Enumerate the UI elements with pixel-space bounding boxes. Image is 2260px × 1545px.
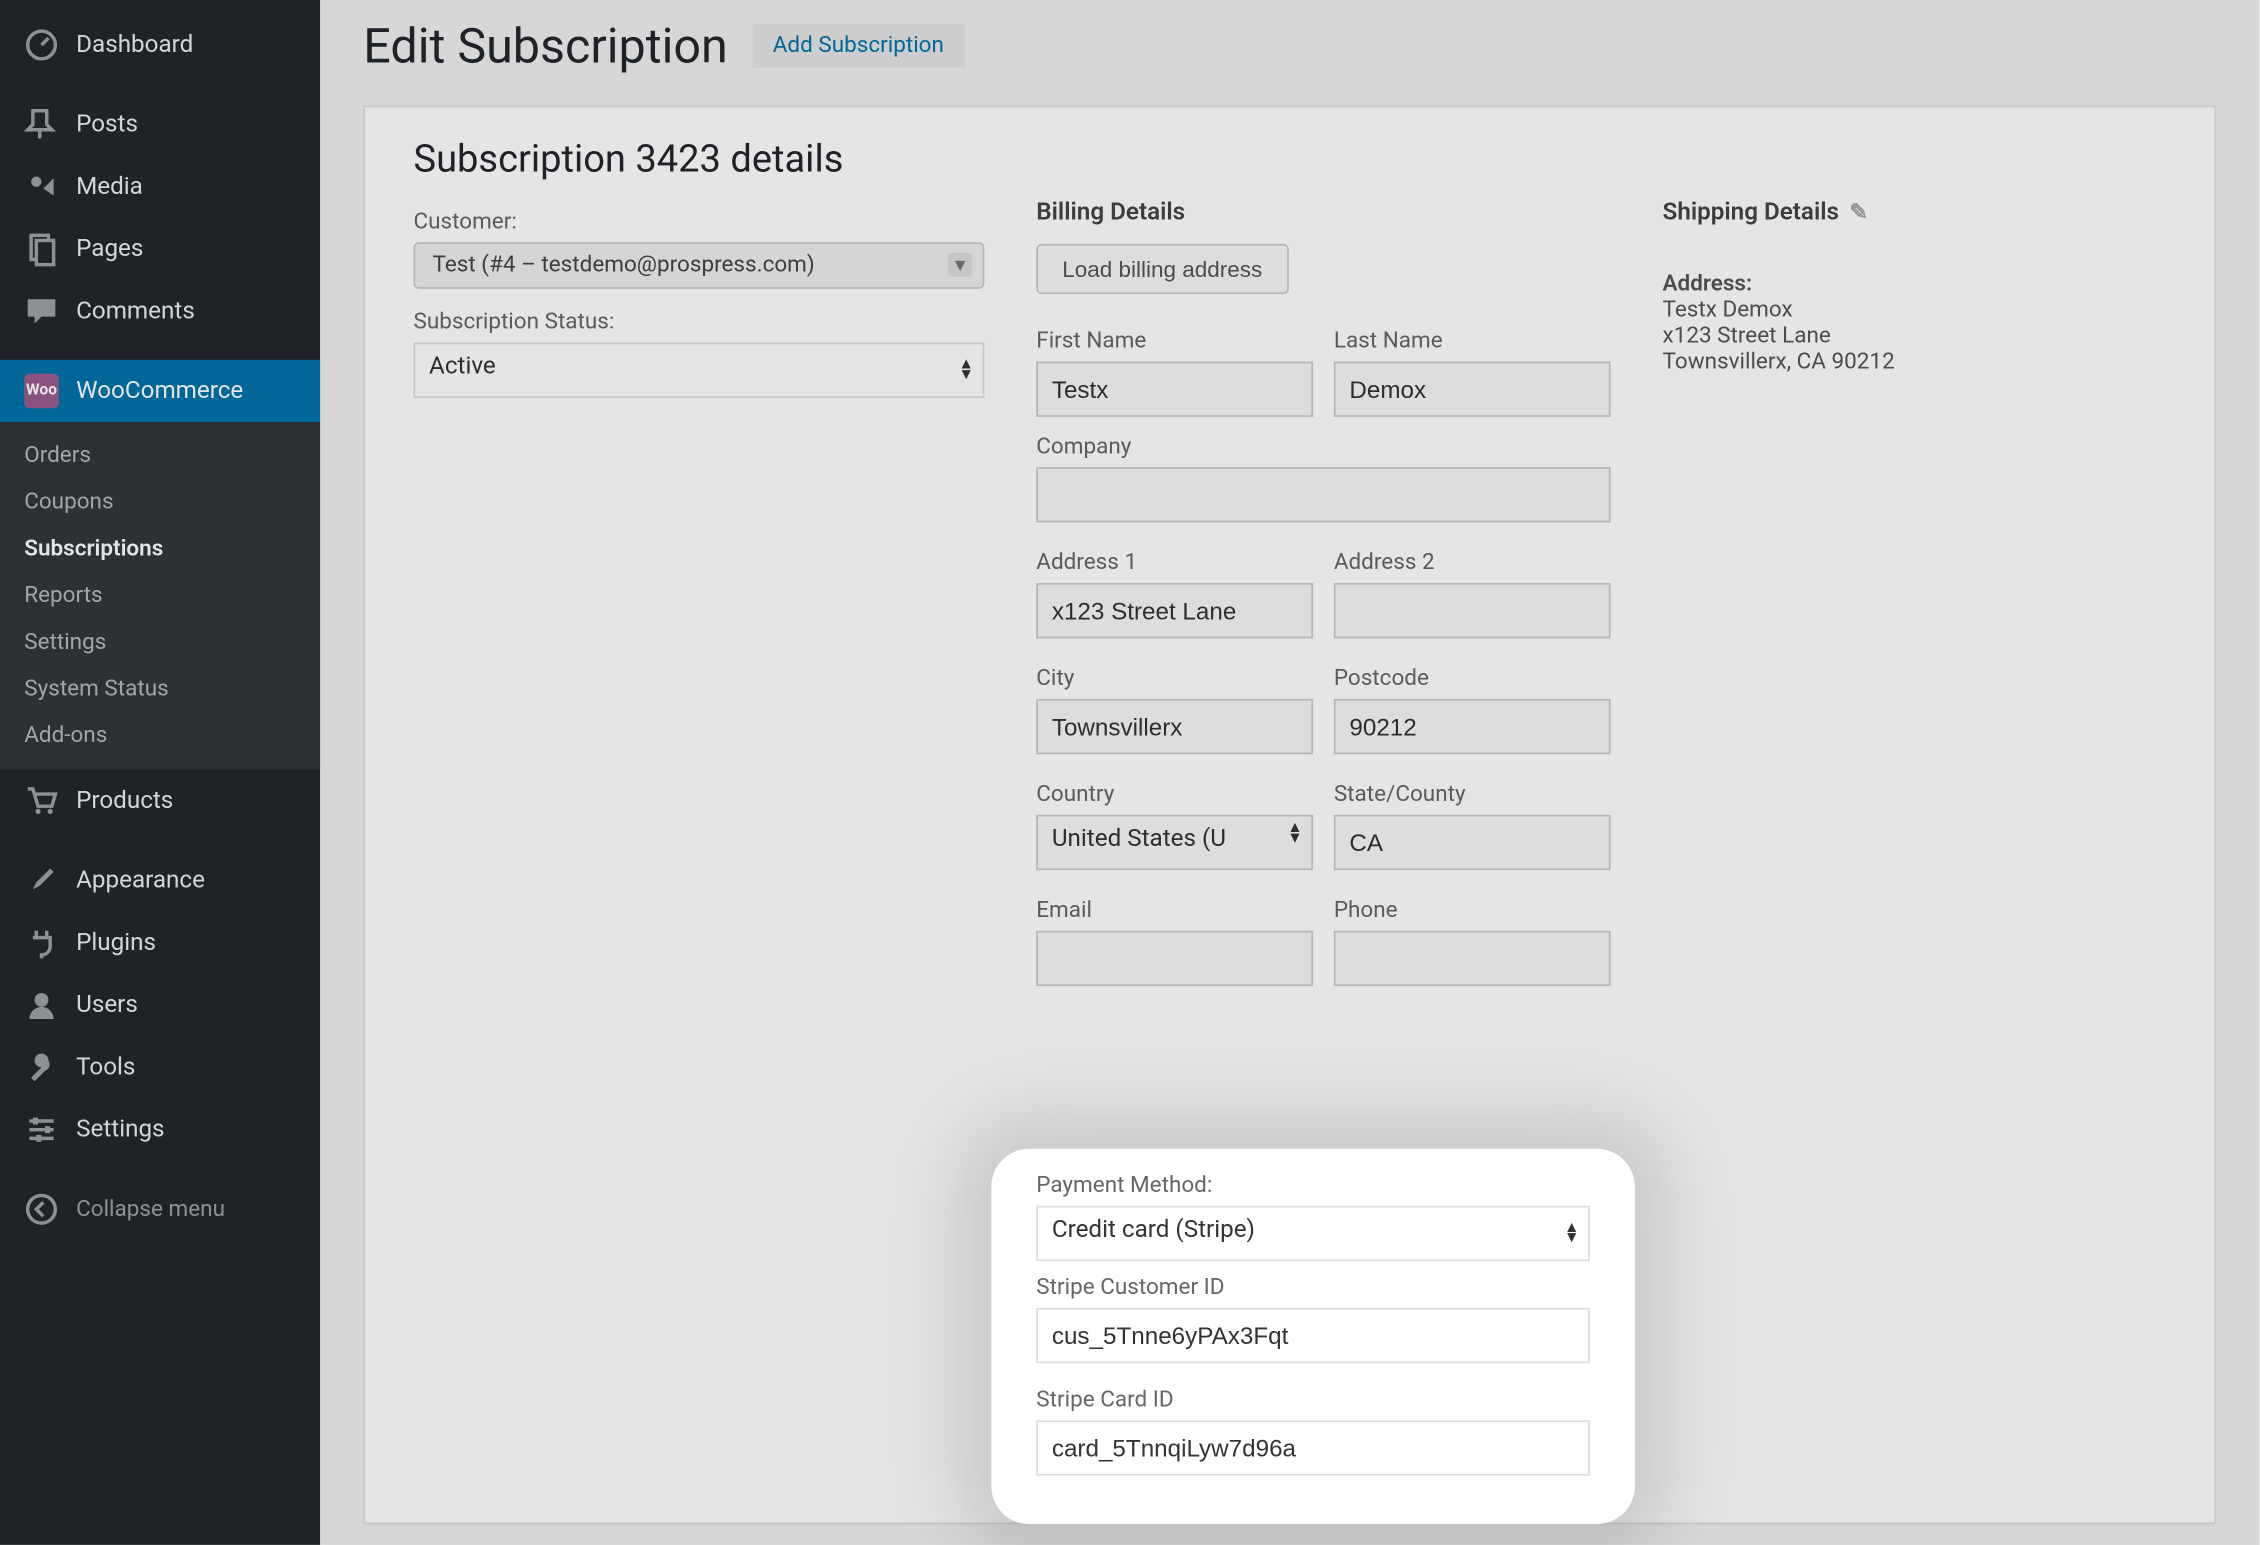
first-name-input[interactable] (1036, 362, 1313, 417)
collapse-icon (24, 1192, 59, 1227)
sidebar-label: Plugins (76, 929, 156, 957)
country-select[interactable]: United States (U (1036, 815, 1313, 870)
pages-icon (24, 232, 59, 267)
sidebar-label: WooCommerce (76, 377, 243, 405)
sidebar-label: Collapse menu (76, 1196, 225, 1222)
submenu-orders[interactable]: Orders (0, 433, 320, 480)
country-label: Country (1036, 782, 1313, 808)
billing-title: Billing Details (1036, 199, 1610, 227)
sidebar-label: Media (76, 173, 143, 201)
country-value: United States (U (1052, 825, 1226, 853)
last-name-input[interactable] (1334, 362, 1611, 417)
postcode-input[interactable] (1334, 699, 1611, 754)
page-title: Edit Subscription (363, 17, 727, 74)
stripe-card-id-input[interactable] (1036, 1420, 1590, 1475)
plug-icon (24, 926, 59, 961)
sidebar-label: Appearance (76, 867, 205, 895)
sidebar-label: Comments (76, 298, 195, 326)
dashboard-icon (24, 28, 59, 63)
submenu-subscriptions[interactable]: Subscriptions (0, 526, 320, 573)
add-subscription-button[interactable]: Add Subscription (752, 24, 965, 67)
company-input[interactable] (1036, 467, 1610, 522)
sidebar-item-products[interactable]: Products (0, 770, 320, 832)
state-label: State/County (1334, 782, 1611, 808)
address1-label: Address 1 (1036, 550, 1313, 576)
sidebar-label: Dashboard (76, 31, 193, 59)
state-input[interactable] (1334, 815, 1611, 870)
city-label: City (1036, 666, 1313, 692)
submenu-system-status[interactable]: System Status (0, 666, 320, 713)
postcode-label: Postcode (1334, 666, 1611, 692)
sidebar-item-users[interactable]: Users (0, 974, 320, 1036)
sliders-icon (24, 1112, 59, 1147)
shipping-line2: x123 Street Lane (1663, 324, 2166, 350)
media-icon (24, 170, 59, 205)
customer-select[interactable]: Test (#4 – testdemo@prospress.com) (413, 242, 984, 289)
sidebar-item-woocommerce[interactable]: Woo WooCommerce (0, 360, 320, 422)
sidebar-item-pages[interactable]: Pages (0, 218, 320, 280)
pencil-icon[interactable]: ✎ (1849, 200, 1868, 226)
sidebar-label: Users (76, 991, 138, 1019)
sidebar-item-media[interactable]: Media (0, 156, 320, 218)
sidebar-item-posts[interactable]: Posts (0, 93, 320, 155)
shipping-line1: Testx Demox (1663, 298, 2166, 324)
brush-icon (24, 863, 59, 898)
sidebar-item-plugins[interactable]: Plugins (0, 912, 320, 974)
email-input[interactable] (1036, 931, 1313, 986)
payment-method-spotlight: Payment Method: Credit card (Stripe) ▲▼ … (991, 1149, 1635, 1524)
last-name-label: Last Name (1334, 329, 1611, 355)
submenu-coupons[interactable]: Coupons (0, 479, 320, 526)
pin-icon (24, 107, 59, 142)
payment-method-select[interactable]: Credit card (Stripe) (1036, 1206, 1590, 1261)
shipping-title-text: Shipping Details (1663, 199, 1839, 227)
stripe-customer-id-input[interactable] (1036, 1308, 1590, 1363)
submenu-addons[interactable]: Add-ons (0, 713, 320, 760)
address1-input[interactable] (1036, 583, 1313, 638)
sidebar-item-dashboard[interactable]: Dashboard (0, 14, 320, 76)
wrench-icon (24, 1050, 59, 1085)
sidebar-item-tools[interactable]: Tools (0, 1036, 320, 1098)
woocommerce-icon: Woo (24, 374, 59, 409)
phone-label: Phone (1334, 898, 1611, 924)
address2-label: Address 2 (1334, 550, 1611, 576)
sidebar-label: Settings (76, 1116, 164, 1144)
customer-label: Customer: (413, 209, 984, 235)
first-name-label: First Name (1036, 329, 1313, 355)
sidebar-label: Tools (76, 1054, 135, 1082)
shipping-title: Shipping Details ✎ (1663, 199, 2166, 227)
admin-sidebar: Dashboard Posts Media Pages Comments Woo… (0, 0, 320, 1545)
sidebar-label: Posts (76, 111, 138, 139)
payment-method-label: Payment Method: (1036, 1173, 1590, 1199)
sidebar-item-appearance[interactable]: Appearance (0, 849, 320, 911)
status-value: Active (429, 353, 496, 381)
stripe-card-id-label: Stripe Card ID (1036, 1387, 1590, 1413)
phone-input[interactable] (1334, 931, 1611, 986)
load-billing-button[interactable]: Load billing address (1036, 244, 1288, 294)
payment-method-value: Credit card (Stripe) (1052, 1216, 1255, 1244)
stripe-customer-id-label: Stripe Customer ID (1036, 1275, 1590, 1301)
submenu-reports[interactable]: Reports (0, 573, 320, 620)
shipping-address-label: Address: (1663, 272, 2166, 298)
cart-icon (24, 784, 59, 819)
city-input[interactable] (1036, 699, 1313, 754)
woocommerce-submenu: Orders Coupons Subscriptions Reports Set… (0, 422, 320, 770)
status-label: Subscription Status: (413, 310, 984, 336)
address2-input[interactable] (1334, 583, 1611, 638)
sidebar-item-comments[interactable]: Comments (0, 280, 320, 342)
sidebar-label: Pages (76, 235, 143, 263)
user-icon (24, 988, 59, 1023)
email-label: Email (1036, 898, 1313, 924)
sidebar-collapse[interactable]: Collapse menu (0, 1178, 320, 1240)
comment-icon (24, 294, 59, 329)
company-label: Company (1036, 434, 1610, 460)
sidebar-label: Products (76, 787, 173, 815)
submenu-settings[interactable]: Settings (0, 619, 320, 666)
panel-title: Subscription 3423 details (413, 138, 2165, 181)
sidebar-item-settings[interactable]: Settings (0, 1099, 320, 1161)
status-select[interactable]: Active (413, 343, 984, 398)
shipping-line3: Townsvillerx, CA 90212 (1663, 349, 2166, 375)
